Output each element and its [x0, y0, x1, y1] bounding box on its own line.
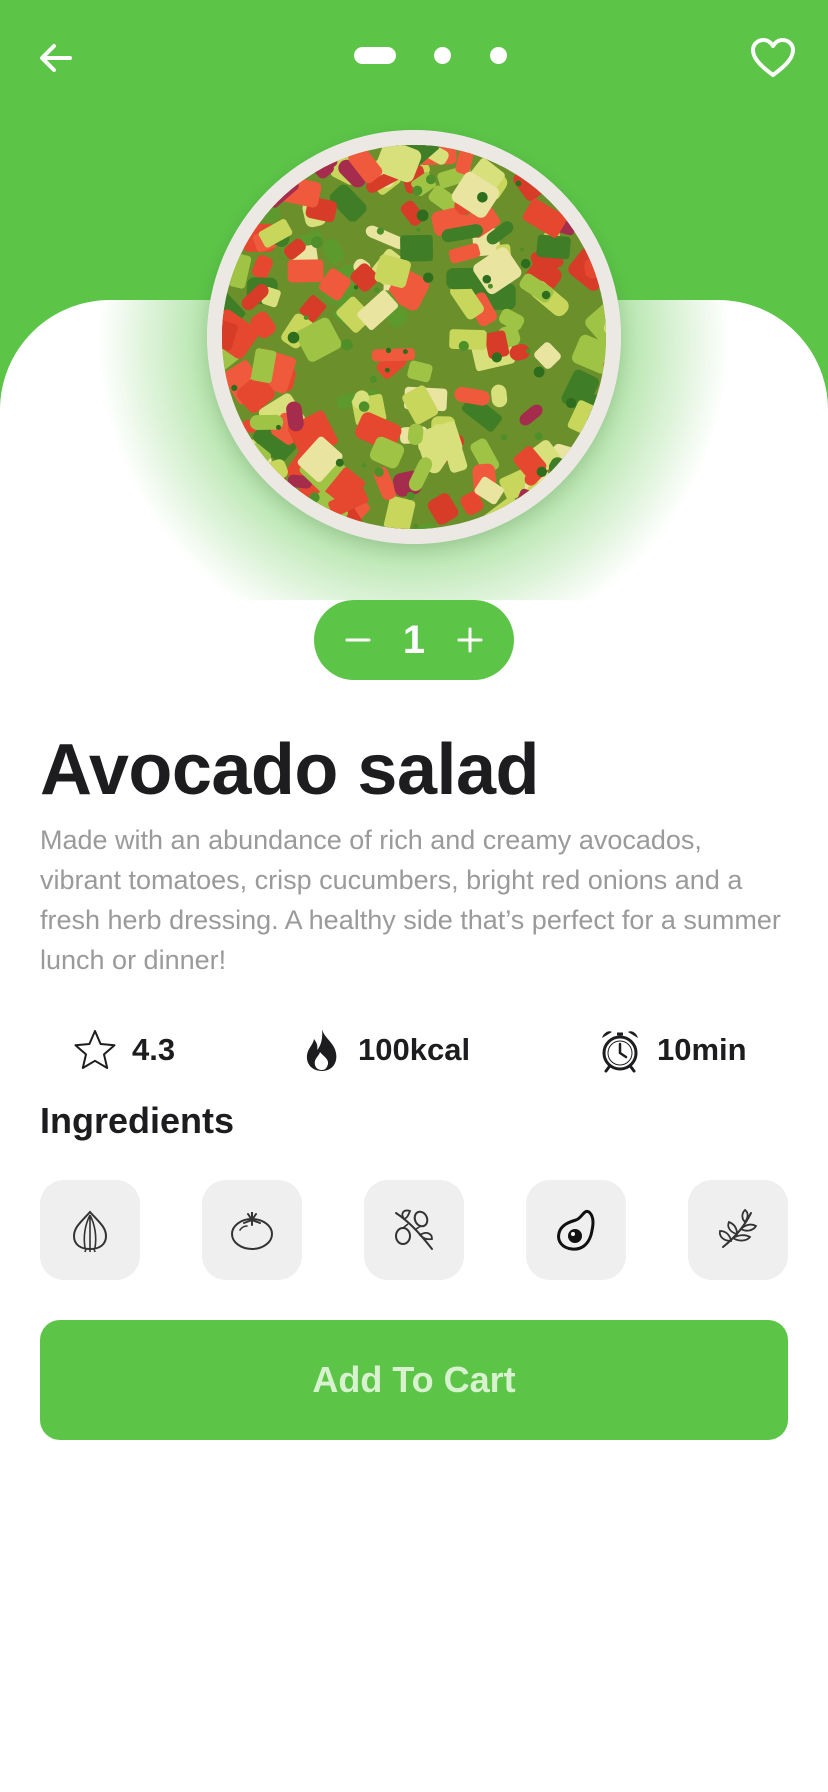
- ingredient-olive[interactable]: [364, 1180, 464, 1280]
- quantity-stepper: 1: [314, 600, 514, 680]
- ingredient-herbs[interactable]: [688, 1180, 788, 1280]
- time-value: 10min: [657, 1032, 747, 1067]
- product-title: Avocado salad: [40, 730, 540, 810]
- quantity-value: 1: [402, 617, 426, 662]
- flame-icon: [306, 1029, 337, 1071]
- ingredients-heading: Ingredients: [40, 1100, 235, 1141]
- onion-icon: [72, 1210, 108, 1253]
- product-image: [207, 130, 621, 544]
- carousel-dot[interactable]: [434, 47, 451, 64]
- increase-quantity-button[interactable]: [442, 612, 498, 668]
- rating-value: 4.3: [132, 1032, 176, 1067]
- ingredient-onion[interactable]: [40, 1180, 140, 1280]
- minus-icon: [345, 638, 371, 642]
- carousel-dot-active[interactable]: [354, 47, 396, 64]
- product-description: Made with an abundance of rich and cream…: [40, 825, 781, 975]
- star-icon: [74, 1030, 116, 1069]
- image-carousel-indicator[interactable]: [354, 47, 514, 65]
- top-bar: [0, 0, 828, 112]
- calories-value: 100kcal: [358, 1032, 471, 1067]
- tomato-icon: [231, 1212, 273, 1250]
- alarm-clock-icon: [602, 1031, 638, 1073]
- ingredient-avocado[interactable]: [526, 1180, 626, 1280]
- decrease-quantity-button[interactable]: [330, 612, 386, 668]
- avocado-icon: [557, 1209, 595, 1251]
- heart-outline-icon: [751, 38, 795, 77]
- back-button[interactable]: [30, 32, 82, 84]
- rating-stat: 4.3: [72, 1020, 175, 1080]
- arrow-left-icon: [40, 44, 72, 72]
- ingredient-tomato[interactable]: [202, 1180, 302, 1280]
- calories-stat: 100kcal: [300, 1020, 470, 1080]
- product-stats: 4.3 100kcal 10min: [0, 1020, 828, 1080]
- olive-icon: [395, 1209, 433, 1250]
- add-to-cart-button[interactable]: Add To Cart: [40, 1320, 788, 1440]
- herb-leaf-icon: [718, 1208, 758, 1248]
- ingredients-list: [40, 1180, 790, 1280]
- carousel-dot[interactable]: [490, 47, 507, 64]
- time-stat: 10min: [597, 1020, 747, 1080]
- favorite-button[interactable]: [745, 30, 801, 86]
- plus-icon: [457, 627, 483, 653]
